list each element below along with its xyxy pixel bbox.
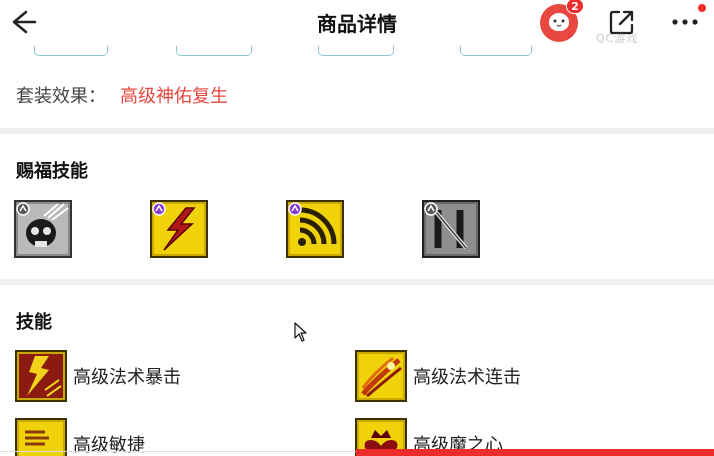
section-divider [0,128,714,134]
product-detail-page: 商品详情 2 QC游戏 套装效果： 高级神佑复生 赐福技能 技能 高级法术暴击 … [0,0,714,456]
set-effect-row: 套装效果： 高级神佑复生 [16,82,228,108]
unread-dot [698,4,706,12]
more-options-icon[interactable] [666,8,706,36]
skill-label: 高级敏捷 [73,435,145,456]
mouse-cursor-icon [294,322,308,342]
set-effect-label: 套装效果： [16,86,106,107]
skill-label: 高级法术连击 [413,367,521,388]
top-navigation-bar: 商品详情 2 QC游戏 [0,0,714,46]
set-effect-value: 高级神佑复生 [120,86,228,107]
spell-combo-icon [355,350,407,402]
wave-skill-icon[interactable] [286,200,344,258]
cat-face-icon [549,13,569,31]
watermark-text: QC游戏 [596,32,639,45]
blessing-skills-title: 赐福技能 [16,161,88,182]
section-divider [0,279,714,285]
bottom-divider [0,451,356,452]
skills-title: 技能 [16,312,52,333]
notification-badge: 2 [566,0,584,14]
skull-skill-icon[interactable] [14,200,72,258]
skill-item[interactable]: 高级法术暴击 [15,350,215,402]
sword-skill-icon[interactable] [422,200,480,258]
lightning-skill-icon[interactable] [150,200,208,258]
buy-button-bar[interactable] [356,449,714,456]
skill-item[interactable]: 高级法术连击 [355,350,555,402]
skill-label: 高级法术暴击 [73,367,181,388]
spell-critical-icon [15,350,67,402]
